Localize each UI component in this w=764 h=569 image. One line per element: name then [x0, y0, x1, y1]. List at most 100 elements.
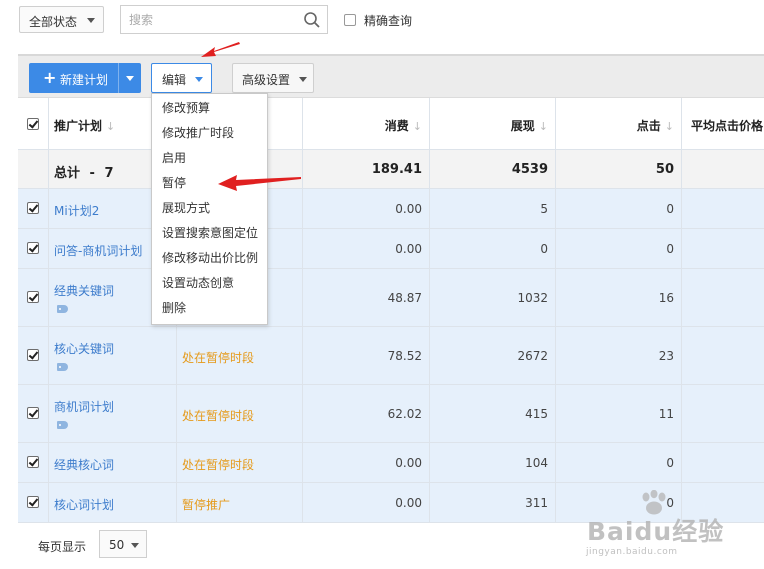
clicks-value: 0	[666, 456, 674, 470]
table-row[interactable]: 商机词计划 处在暂停时段 62.02 415 11	[18, 385, 764, 443]
spend-cell: 0.00	[303, 483, 430, 522]
status-filter-dropdown[interactable]: 全部状态	[19, 6, 104, 33]
table-row[interactable]: 问答-商机词计划 0.00 0 0	[18, 229, 764, 269]
menu-item-pause[interactable]: 暂停	[152, 171, 267, 196]
plan-name-cell: 经典核心词	[49, 443, 177, 482]
plan-status-cell: 处在暂停时段	[177, 327, 303, 384]
advanced-settings-label: 高级设置	[242, 73, 291, 87]
filter-bar: 全部状态 精确查询	[0, 0, 764, 40]
menu-item-modify-schedule[interactable]: 修改推广时段	[152, 121, 267, 146]
table-row[interactable]: 经典核心词 处在暂停时段 0.00 104 0	[18, 443, 764, 483]
plan-name-link[interactable]: 问答-商机词计划	[54, 242, 142, 259]
row-checkbox[interactable]	[27, 291, 39, 303]
chevron-down-icon	[195, 77, 203, 82]
plan-status-cell: 暂停推广	[177, 483, 303, 522]
row-checkbox-cell	[18, 327, 49, 384]
plan-name-link[interactable]: 经典关键词	[54, 282, 114, 299]
exact-search-checkbox[interactable]	[344, 13, 356, 26]
plan-name-link[interactable]: 核心关键词	[54, 340, 114, 357]
menu-item-delete[interactable]: 删除	[152, 296, 267, 321]
menu-item-search-intent[interactable]: 设置搜索意图定位	[152, 221, 267, 246]
exact-search-label: 精确查询	[364, 14, 413, 28]
impressions-value: 2672	[517, 349, 548, 363]
search-icon[interactable]	[303, 11, 321, 29]
header-clicks-cell[interactable]: 点击 ↓	[556, 98, 682, 149]
spend-cell: 78.52	[303, 327, 430, 384]
clicks-value: 0	[666, 202, 674, 216]
clicks-value: 0	[666, 242, 674, 256]
plan-list-panel: + 新建计划 编辑 高级设置 推广计划 ↓ 消费 ↓ 展现 ↓ 点击 ↓ 平均点…	[18, 54, 764, 564]
sort-arrow-icon: ↓	[538, 120, 548, 133]
menu-item-enable[interactable]: 启用	[152, 146, 267, 171]
plan-name-link[interactable]: Mi计划2	[54, 202, 99, 219]
header-spend-cell[interactable]: 消费 ↓	[303, 98, 430, 149]
new-plan-button[interactable]: + 新建计划	[29, 63, 141, 93]
row-checkbox-cell	[18, 443, 49, 482]
menu-item-modify-budget[interactable]: 修改预算	[152, 96, 267, 121]
row-checkbox-cell	[18, 269, 49, 326]
status-filter-label: 全部状态	[29, 15, 78, 29]
avg-cpc-cell	[682, 385, 764, 442]
row-checkbox-cell	[18, 483, 49, 522]
total-impressions: 4539	[511, 162, 548, 177]
select-all-checkbox[interactable]	[27, 118, 39, 130]
tag-icon[interactable]	[57, 363, 68, 371]
impressions-cell: 104	[430, 443, 556, 482]
table-row[interactable]: Mi计划2 0.00 5 0	[18, 189, 764, 229]
menu-item-display-mode[interactable]: 展现方式	[152, 196, 267, 221]
header-impressions-cell[interactable]: 展现 ↓	[430, 98, 556, 149]
total-count: 7	[104, 166, 114, 181]
toolbar: + 新建计划 编辑 高级设置	[18, 56, 764, 98]
plan-name-link[interactable]: 经典核心词	[54, 456, 114, 473]
page-size-value: 50	[109, 538, 125, 552]
plus-icon: +	[43, 68, 57, 87]
clicks-value: 16	[658, 291, 674, 305]
row-checkbox-cell	[18, 189, 49, 228]
clicks-cell: 0	[556, 229, 682, 268]
avg-cpc-cell	[682, 229, 764, 268]
chevron-down-icon	[131, 543, 139, 548]
header-clicks: 点击	[636, 119, 661, 133]
row-checkbox[interactable]	[27, 456, 39, 468]
row-checkbox[interactable]	[27, 242, 39, 254]
impressions-value: 104	[525, 456, 548, 470]
menu-item-dynamic-creative[interactable]: 设置动态创意	[152, 271, 267, 296]
chevron-down-icon	[87, 18, 95, 23]
row-checkbox-cell	[18, 385, 49, 442]
edit-button[interactable]: 编辑	[151, 63, 212, 93]
avg-cpc-cell	[682, 327, 764, 384]
row-checkbox[interactable]	[27, 496, 39, 508]
new-plan-dropdown-toggle[interactable]	[126, 76, 134, 81]
header-avg-cpc-cell[interactable]: 平均点击价格	[682, 98, 764, 149]
page-size-label: 每页显示	[38, 540, 87, 554]
header-checkbox-cell	[18, 98, 49, 149]
avg-cpc-cell	[682, 443, 764, 482]
impressions-cell: 415	[430, 385, 556, 442]
menu-item-mobile-bid-ratio[interactable]: 修改移动出价比例	[152, 246, 267, 271]
clicks-value: 11	[658, 407, 674, 421]
plan-name-link[interactable]: 商机词计划	[54, 398, 114, 415]
total-clicks-cell: 50	[556, 150, 682, 188]
plan-name-cell: 核心词计划	[49, 483, 177, 522]
spend-value: 0.00	[395, 456, 422, 470]
table-row[interactable]: 经典关键词 48.87 1032 16	[18, 269, 764, 327]
tag-icon[interactable]	[57, 305, 68, 313]
spend-value: 62.02	[387, 407, 422, 421]
search-input[interactable]	[129, 10, 289, 29]
row-checkbox[interactable]	[27, 349, 39, 361]
table-header: 推广计划 ↓ 消费 ↓ 展现 ↓ 点击 ↓ 平均点击价格	[18, 98, 764, 150]
plan-name-link[interactable]: 核心词计划	[54, 496, 114, 513]
page-size-select[interactable]: 50	[99, 530, 147, 558]
tag-icon[interactable]	[57, 421, 68, 429]
clicks-cell: 23	[556, 327, 682, 384]
row-checkbox[interactable]	[27, 407, 39, 419]
table-row[interactable]: 核心关键词 处在暂停时段 78.52 2672 23	[18, 327, 764, 385]
clicks-value: 23	[658, 349, 674, 363]
exact-search-option[interactable]: 精确查询	[344, 12, 412, 28]
advanced-settings-button[interactable]: 高级设置	[232, 63, 314, 93]
clicks-cell: 0	[556, 443, 682, 482]
impressions-value: 5	[540, 202, 548, 216]
total-checkbox-cell	[18, 150, 49, 188]
plan-status: 处在暂停时段	[182, 351, 255, 365]
row-checkbox[interactable]	[27, 202, 39, 214]
